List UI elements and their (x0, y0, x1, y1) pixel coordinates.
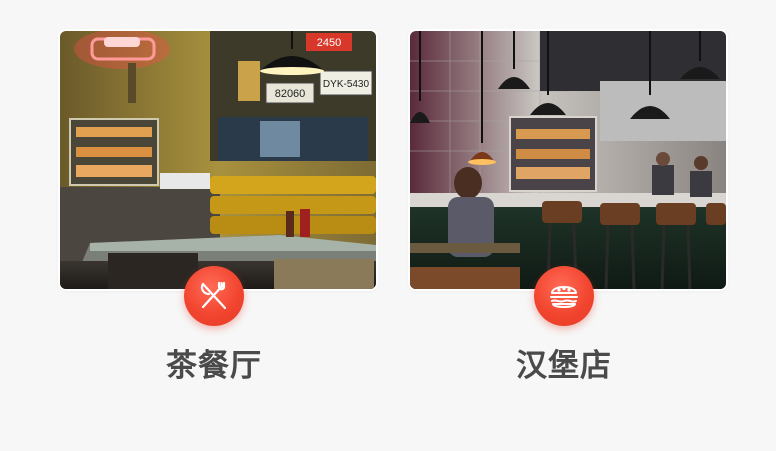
burger-shop-photo (410, 31, 726, 289)
sign-text: DYK-5430 (323, 79, 370, 90)
sign-text: 2450 (317, 37, 341, 49)
cha-chaan-teng-photo: 2450 82060 DYK-5430 (60, 31, 376, 289)
hamburger-badge[interactable] (534, 266, 594, 326)
sign-text: 82060 (275, 88, 306, 100)
hamburger-icon (550, 286, 578, 308)
burger-shop-card[interactable] (410, 31, 726, 289)
fork-knife-badge[interactable] (184, 266, 244, 326)
cha-chaan-teng-card[interactable]: 2450 82060 DYK-5430 (60, 31, 376, 289)
fork-knife-icon (200, 281, 227, 310)
cha-chaan-teng-label: 茶餐厅 (166, 348, 262, 384)
category-grid: 2450 82060 DYK-5430 茶餐厅 汉堡店 (0, 0, 776, 451)
burger-shop-label: 汉堡店 (516, 348, 612, 384)
